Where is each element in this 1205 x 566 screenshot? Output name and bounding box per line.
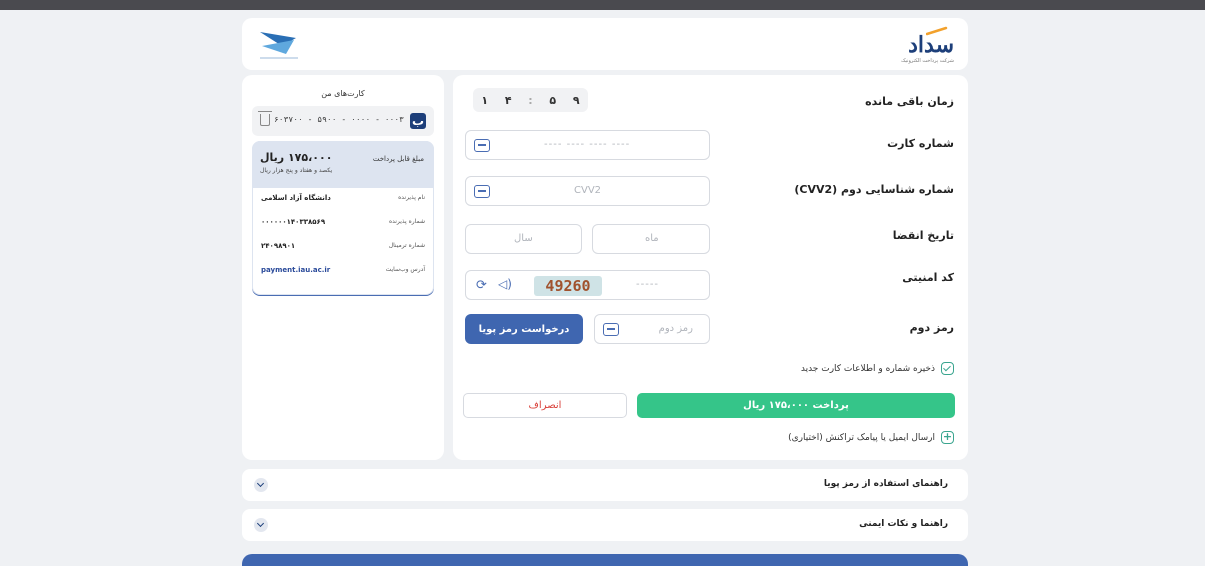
captcha-image: 49260 bbox=[534, 276, 602, 296]
accordion-title: راهنما و نکات ایمنی bbox=[859, 519, 948, 529]
info-value: ۲۴۰۹۸۹۰۱ bbox=[261, 242, 296, 250]
timer-digit: ۹ bbox=[572, 93, 580, 107]
timer-label: زمان باقی مانده bbox=[865, 95, 954, 108]
sadad-brand-sub: شرکت پرداخت الکترونیک bbox=[901, 58, 954, 64]
keyboard-icon bbox=[603, 323, 619, 336]
year-placeholder: سال bbox=[514, 233, 533, 244]
timer-digit: ۴ bbox=[504, 93, 512, 107]
pay-button[interactable]: پرداخت ۱۷۵،۰۰۰ ریال bbox=[637, 393, 955, 418]
otp-placeholder: رمز دوم bbox=[658, 323, 693, 334]
expiry-label: تاریخ انقضا bbox=[892, 229, 954, 242]
university-logo bbox=[256, 24, 302, 64]
expiry-year-input[interactable]: سال bbox=[465, 224, 582, 254]
trash-icon[interactable] bbox=[258, 111, 272, 126]
cvv2-placeholder: CVV2 bbox=[574, 185, 602, 196]
footer-bar bbox=[242, 554, 968, 566]
chevron-down-icon[interactable] bbox=[254, 478, 268, 492]
card-number-label: شماره کارت bbox=[887, 137, 954, 150]
browser-top-bar bbox=[0, 0, 1205, 10]
my-cards-panel: کارت‌های من ب ۶۰۳۷۰۰ - ۵۹۰۰ - ۰۰۰۰ - ۰۰۰… bbox=[242, 75, 444, 460]
page-header: سداد شرکت پرداخت الکترونیک bbox=[242, 18, 968, 70]
captcha-placeholder: ----- bbox=[636, 279, 660, 290]
accordion-otp-guide[interactable]: راهنمای استفاده از رمز پویا bbox=[242, 469, 968, 501]
save-card-text: ذخیره شماره و اطلاعات کارت جدید bbox=[800, 363, 935, 374]
info-row: آدرس وب‌سایت payment.iau.ac.ir bbox=[253, 266, 435, 282]
keyboard-icon bbox=[474, 185, 490, 198]
amount-words: یکصد و هفتاد و پنج هزار ریال bbox=[260, 167, 333, 174]
merchant-info: نام پذیرنده دانشگاه آزاد اسلامی شماره پذ… bbox=[252, 187, 434, 295]
countdown-timer: ۱ ۴ : ۵ ۹ bbox=[473, 88, 588, 112]
cvv2-label: شماره شناسایی دوم (CVV2) bbox=[794, 183, 954, 196]
otp-input[interactable]: رمز دوم bbox=[594, 314, 710, 344]
expiry-month-input[interactable]: ماه bbox=[592, 224, 710, 254]
sadad-brand: سداد bbox=[908, 32, 954, 58]
timer-digit: ۱ bbox=[481, 93, 489, 107]
refresh-icon[interactable]: ⟳ bbox=[476, 278, 487, 293]
email-sms-text: ارسال ایمیل یا پیامک تراکنش (اختیاری) bbox=[788, 432, 935, 443]
accordion-title: راهنمای استفاده از رمز پویا bbox=[823, 479, 948, 489]
info-value: دانشگاه آزاد اسلامی bbox=[261, 194, 331, 202]
save-card-checkbox[interactable] bbox=[941, 362, 954, 375]
payment-info-box: مبلغ قابل پرداخت ۱۷۵،۰۰۰ ریال یکصد و هفت… bbox=[252, 141, 434, 296]
card-number-placeholder: ---- ---- ---- ---- bbox=[544, 139, 631, 150]
otp-label: رمز دوم bbox=[909, 321, 954, 334]
saved-card-number: ۶۰۳۷۰۰ - ۵۹۰۰ - ۰۰۰۰ - ۰۰۰۳ bbox=[273, 115, 404, 124]
info-value: ۰۰۰۰۰۰۱۴۰۳۳۸۵۶۹ bbox=[261, 218, 326, 226]
timer-separator: : bbox=[528, 93, 533, 107]
cvv2-input[interactable]: CVV2 bbox=[465, 176, 710, 206]
amount-section: مبلغ قابل پرداخت ۱۷۵،۰۰۰ ریال یکصد و هفت… bbox=[252, 141, 434, 187]
sadad-logo: سداد شرکت پرداخت الکترونیک bbox=[894, 26, 954, 66]
amount-value: ۱۷۵،۰۰۰ ریال bbox=[260, 151, 333, 164]
plus-icon[interactable]: + bbox=[941, 431, 954, 444]
accordion-safety-tips[interactable]: راهنما و نکات ایمنی bbox=[242, 509, 968, 541]
timer-digit: ۵ bbox=[549, 93, 557, 107]
cancel-button[interactable]: انصراف bbox=[463, 393, 627, 418]
info-key: شماره پذیرنده bbox=[388, 218, 425, 225]
card-icon bbox=[474, 139, 490, 152]
saved-card-item[interactable]: ب ۶۰۳۷۰۰ - ۵۹۰۰ - ۰۰۰۰ - ۰۰۰۳ bbox=[252, 106, 434, 136]
info-key: آدرس وب‌سایت bbox=[385, 266, 425, 273]
month-placeholder: ماه bbox=[645, 233, 659, 244]
info-row: شماره پذیرنده ۰۰۰۰۰۰۱۴۰۳۳۸۵۶۹ bbox=[253, 218, 435, 234]
captcha-label: کد امنیتی bbox=[902, 271, 954, 284]
info-key: نام پذیرنده bbox=[398, 194, 425, 201]
speaker-icon[interactable]: ◁) bbox=[498, 277, 512, 291]
email-sms-row[interactable]: + ارسال ایمیل یا پیامک تراکنش (اختیاری) bbox=[788, 431, 954, 444]
bank-logo-icon: ب bbox=[410, 113, 426, 129]
amount-label: مبلغ قابل پرداخت bbox=[372, 155, 424, 163]
request-otp-button[interactable]: درخواست رمز پویا bbox=[465, 314, 583, 344]
my-cards-title: کارت‌های من bbox=[321, 89, 365, 98]
info-row: شماره ترمینال ۲۴۰۹۸۹۰۱ bbox=[253, 242, 435, 258]
info-row: نام پذیرنده دانشگاه آزاد اسلامی bbox=[253, 194, 435, 210]
website-link[interactable]: payment.iau.ac.ir bbox=[261, 266, 330, 274]
chevron-down-icon[interactable] bbox=[254, 518, 268, 532]
card-number-input[interactable]: ---- ---- ---- ---- bbox=[465, 130, 710, 160]
info-key: شماره ترمینال bbox=[388, 242, 425, 249]
captcha-input[interactable]: ⟳ ◁) 49260 ----- bbox=[465, 270, 710, 300]
save-card-row[interactable]: ذخیره شماره و اطلاعات کارت جدید bbox=[801, 362, 954, 375]
payment-form: زمان باقی مانده ۱ ۴ : ۵ ۹ شماره کارت ---… bbox=[453, 75, 968, 460]
